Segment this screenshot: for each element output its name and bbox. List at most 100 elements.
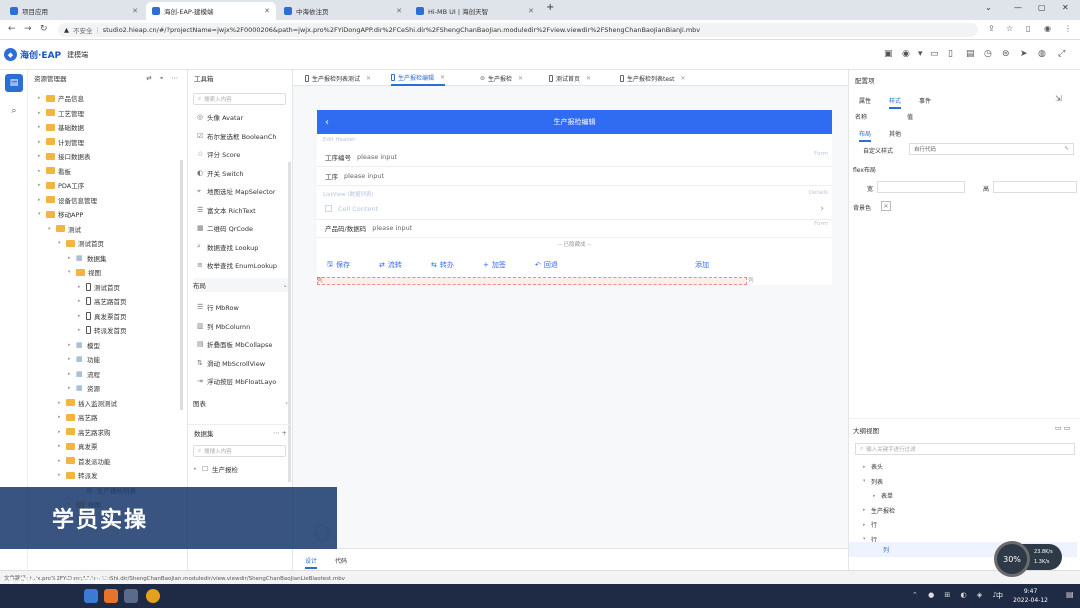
tab-design[interactable]: 设计: [305, 556, 318, 569]
editor-tab[interactable]: 生产报检列表测试 ✕: [305, 70, 371, 86]
width-input[interactable]: [877, 181, 965, 193]
profile-icon[interactable]: ◉: [1044, 24, 1051, 33]
chevron-right-icon[interactable]: ▸: [863, 507, 871, 513]
outline-item[interactable]: ▾ 列表: [863, 477, 883, 486]
explorer-icon[interactable]: ▤: [5, 74, 23, 92]
tray-icons[interactable]: ⌃ ● ⊞ ◐ ◈ ♪: [912, 591, 1001, 599]
page-header[interactable]: ‹ 生产报检编辑: [317, 110, 832, 134]
dropdown-icon[interactable]: ▾: [918, 49, 923, 59]
tree-item[interactable]: ▸ 首发派功能: [58, 455, 111, 467]
dataset-item[interactable]: ▸ ☐ 生产报检: [194, 462, 238, 476]
ime-indicator[interactable]: 中: [996, 591, 1003, 601]
chevron-down-icon[interactable]: ▾: [38, 211, 46, 217]
tree-item[interactable]: ▸ ▦ 功能: [68, 353, 100, 365]
chevron-right-icon[interactable]: ▸: [58, 443, 66, 449]
explorer-actions-icon[interactable]: ⇄ ⌖ ⋯: [146, 74, 181, 83]
tab-search-icon[interactable]: ⌄: [985, 3, 992, 12]
forward-icon[interactable]: →: [24, 24, 32, 34]
send-icon[interactable]: ➤: [1020, 49, 1028, 59]
tree-item[interactable]: ▸ 真发票首页: [78, 310, 127, 322]
selected-row[interactable]: [317, 277, 747, 285]
chevron-right-icon[interactable]: ▸: [68, 356, 76, 362]
chevron-right-icon[interactable]: ▸: [38, 110, 46, 116]
transfer-button[interactable]: ⇄ 流转: [379, 260, 402, 270]
add-link[interactable]: 添加: [695, 260, 709, 270]
editor-tab[interactable]: 测试首页 ✕: [549, 70, 591, 86]
desktop-icon[interactable]: ▭: [930, 49, 939, 59]
custom-style-input[interactable]: 自行代码 ✎: [909, 143, 1074, 155]
close-window-icon[interactable]: ✕: [1062, 3, 1069, 12]
chevron-right-icon[interactable]: ▸: [38, 124, 46, 130]
tool-item[interactable]: ▦ 二维码 QrCode: [197, 221, 253, 235]
search-icon[interactable]: ⌕: [5, 102, 23, 120]
tree-item[interactable]: ▾ 视图: [68, 266, 101, 278]
notification-icon[interactable]: ▤: [1066, 590, 1074, 599]
tab-code[interactable]: 代码: [335, 556, 347, 565]
height-input[interactable]: [993, 181, 1077, 193]
chevron-right-icon[interactable]: ▸: [68, 255, 76, 261]
chevron-down-icon[interactable]: ▾: [68, 269, 76, 275]
chevron-right-icon[interactable]: ▸: [863, 464, 871, 470]
tablet-icon[interactable]: ▤: [966, 49, 975, 59]
tree-item[interactable]: ▸ PDA工序: [38, 179, 84, 191]
chevron-right-icon[interactable]: ▸: [38, 95, 46, 101]
maximize-icon[interactable]: ▢: [1038, 3, 1046, 12]
preview-icon[interactable]: ◉: [902, 49, 910, 59]
toolbox-search-input[interactable]: ⌕ 搜索入内容: [193, 93, 286, 105]
chevron-right-icon[interactable]: ▸: [38, 168, 46, 174]
layout-category[interactable]: 布局 ⌄: [193, 278, 288, 292]
share-icon[interactable]: ⇪: [988, 24, 995, 33]
chevron-right-icon[interactable]: ▸: [68, 342, 76, 348]
close-icon[interactable]: ✕: [681, 75, 686, 82]
form-field-process-no[interactable]: 工序编号 please input: [317, 148, 832, 167]
close-icon[interactable]: ✕: [518, 75, 523, 82]
add-sign-button[interactable]: + 加签: [483, 260, 506, 270]
tree-item[interactable]: ▸ 看板: [38, 165, 71, 177]
sidebar-icon[interactable]: ▯: [1026, 24, 1030, 33]
form-field-process[interactable]: 工序 please input: [317, 167, 832, 186]
close-icon[interactable]: ✕: [440, 74, 445, 81]
app-icon[interactable]: [104, 589, 118, 603]
globe-icon[interactable]: ◍: [1038, 49, 1046, 59]
tree-item[interactable]: ▸ 转派发首页: [78, 324, 127, 336]
close-icon[interactable]: ✕: [132, 7, 138, 15]
back-icon[interactable]: ←: [8, 24, 16, 34]
chevron-right-icon[interactable]: ▸: [78, 298, 86, 304]
tree-item[interactable]: ▸ 高艺路求购: [58, 426, 111, 438]
chevron-right-icon[interactable]: ▸: [58, 400, 66, 406]
tree-item[interactable]: ▸ 插入监测测试: [58, 397, 117, 409]
save-button[interactable]: 🖫 保存: [327, 260, 350, 271]
chevron-right-icon[interactable]: ▸: [58, 472, 66, 478]
chevron-right-icon[interactable]: ▸: [78, 284, 86, 290]
tree-item[interactable]: ▸ 工艺管理: [38, 107, 84, 119]
mobile-icon[interactable]: ▯: [948, 49, 953, 59]
design-canvas[interactable]: ‹ 生产报检编辑 Edit Header Form 工序编号 please in…: [293, 86, 848, 548]
field-input[interactable]: please input: [344, 172, 384, 180]
editor-tab[interactable]: ⊜ 生产报检 ✕: [480, 70, 523, 86]
tool-item[interactable]: ⇥ 浮动按层 MbFloatLayo: [197, 374, 276, 388]
outline-item-selected[interactable]: 列: [883, 545, 889, 554]
outline-item[interactable]: ▸ 表头: [863, 462, 883, 472]
cpu-usage-widget[interactable]: 30%: [994, 541, 1030, 577]
new-tab-button[interactable]: +: [546, 2, 554, 13]
tree-item[interactable]: ▸ 高艺路: [58, 411, 98, 423]
tab-styles[interactable]: 样式: [889, 96, 902, 109]
outline-search-input[interactable]: ⌕ 输入关键字进行过滤: [855, 443, 1075, 455]
tree-item[interactable]: ▸ 测试首页: [78, 281, 120, 293]
chevron-right-icon[interactable]: ▸: [38, 153, 46, 159]
editor-tab-active[interactable]: 生产报检编辑 ✕: [391, 70, 446, 86]
field-input[interactable]: please input: [372, 224, 412, 232]
fullscreen-icon[interactable]: ⤢: [1058, 49, 1065, 59]
chevron-right-icon[interactable]: ▸: [863, 522, 871, 528]
menu-icon[interactable]: ⋮: [1064, 24, 1072, 33]
tree-item[interactable]: ▸ 基础数据: [38, 121, 84, 133]
browser-tab[interactable]: 项目应用 ✕: [4, 2, 144, 20]
close-icon[interactable]: ✕: [528, 7, 534, 15]
minimize-icon[interactable]: —: [1014, 3, 1022, 12]
chevron-right-icon[interactable]: ▸: [873, 493, 881, 499]
close-icon[interactable]: ✕: [396, 7, 402, 15]
chevron-right-icon[interactable]: ▸: [78, 327, 86, 333]
tool-item[interactable]: ⌖ 地图选址 MapSelector: [197, 184, 276, 198]
tool-item[interactable]: ☆ 评分 Score: [197, 147, 240, 161]
tree-item[interactable]: ▸ 真发票: [58, 440, 98, 452]
